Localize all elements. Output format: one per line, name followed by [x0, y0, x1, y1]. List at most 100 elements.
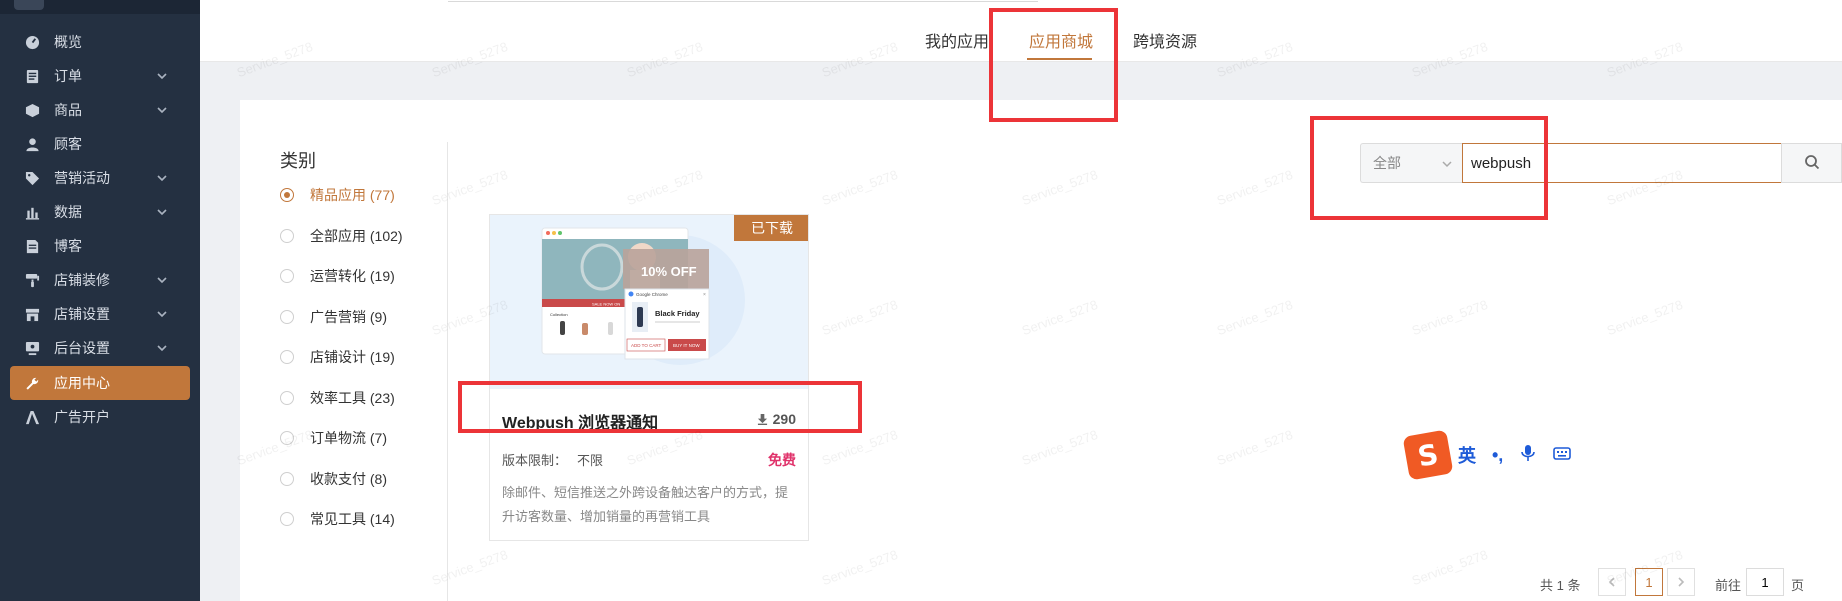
radio[interactable]: [280, 269, 294, 283]
category-all[interactable]: 全部应用 (102): [280, 226, 403, 246]
sidebar-item-store-settings[interactable]: 店铺设置: [10, 297, 190, 331]
category-divider: [447, 142, 448, 601]
category-label: 全部应用 (102): [310, 228, 403, 244]
bar-chart-icon: [24, 204, 40, 220]
app-store-panel: 类别 精品应用 (77) 全部应用 (102) 运营转化 (19) 广告营销 (…: [240, 100, 1842, 601]
tag-icon: [24, 170, 40, 186]
sidebar-item-label: 店铺装修: [54, 272, 110, 288]
sidebar-item-orders[interactable]: 订单: [10, 59, 190, 93]
sidebar-item-label: 订单: [54, 68, 82, 84]
sidebar-item-label: 概览: [54, 34, 82, 50]
chevron-down-icon: [156, 171, 168, 183]
thumb-discount: 10% OFF: [641, 264, 697, 279]
sidebar-item-label: 顾客: [54, 136, 82, 152]
category-label: 广告营销 (9): [310, 309, 387, 325]
ime-toolbar[interactable]: 英 •, S: [1402, 429, 1842, 481]
pagination-current-page[interactable]: 1: [1635, 568, 1663, 596]
monitor-gear-icon: [24, 340, 40, 356]
category-label: 店铺设计 (19): [310, 349, 395, 365]
tab-cross-border-resources[interactable]: 跨境资源: [1133, 28, 1197, 52]
radio[interactable]: [280, 391, 294, 405]
user-icon: [24, 136, 40, 152]
sidebar-item-ad-account[interactable]: 广告开户: [10, 400, 190, 434]
version-value: 不限: [577, 453, 604, 468]
category-store-design[interactable]: 店铺设计 (19): [280, 347, 395, 367]
sidebar: 概览 订单 商品 顾客 营销活动 数据 博客 店铺装修 店铺设置 后台设置 应用…: [0, 0, 200, 601]
box-icon: [24, 102, 40, 118]
sidebar-item-customers[interactable]: 顾客: [10, 127, 190, 161]
pagination-goto-label: 前往: [1715, 578, 1742, 593]
version-label: 版本限制：: [502, 453, 568, 468]
app-card-webpush[interactable]: SALE NOW ON Collection 10% OFF Google Ch…: [489, 214, 809, 541]
tab-my-apps[interactable]: 我的应用: [925, 28, 989, 52]
radio[interactable]: [280, 512, 294, 526]
sidebar-item-blog[interactable]: 博客: [10, 229, 190, 263]
chevron-down-icon: [156, 205, 168, 217]
svg-text:×: ×: [703, 292, 706, 298]
category-logistics[interactable]: 订单物流 (7): [280, 428, 387, 448]
chevron-down-icon: [156, 341, 168, 353]
category-label: 订单物流 (7): [310, 430, 387, 446]
highlight-box-app-store-tab: [989, 8, 1118, 122]
category-efficiency[interactable]: 效率工具 (23): [280, 388, 395, 408]
sidebar-item-admin-settings[interactable]: 后台设置: [10, 331, 190, 365]
pagination-prev-button[interactable]: [1598, 568, 1626, 596]
sidebar-item-data[interactable]: 数据: [10, 195, 190, 229]
microphone-icon[interactable]: [1519, 444, 1537, 467]
store-icon: [24, 306, 40, 322]
category-featured[interactable]: 精品应用 (77): [280, 185, 395, 205]
pagination-total: 共 1 条: [1540, 578, 1581, 593]
sogou-logo-icon[interactable]: S: [1402, 429, 1454, 481]
category-payment[interactable]: 收款支付 (8): [280, 469, 387, 489]
category-conversion[interactable]: 运营转化 (19): [280, 266, 395, 286]
version-limit: 版本限制： 不限: [502, 450, 603, 469]
thumb-popup-title: Black Friday: [655, 309, 700, 318]
search-icon: [1804, 154, 1820, 173]
thumb-popup-browser: Google Chrome: [636, 292, 668, 297]
category-ads[interactable]: 广告营销 (9): [280, 307, 387, 327]
app-description: 除邮件、短信推送之外跨设备触达客户的方式，提升访客数量、增加销量的再营销工具: [502, 485, 789, 524]
order-icon: [24, 68, 40, 84]
highlight-box-search: [1310, 116, 1548, 220]
radio[interactable]: [280, 431, 294, 445]
ime-language[interactable]: 英: [1458, 442, 1476, 468]
chevron-down-icon: [156, 307, 168, 319]
radio[interactable]: [280, 350, 294, 364]
radio[interactable]: [280, 472, 294, 486]
category-label: 常见工具 (14): [310, 511, 395, 527]
sidebar-item-app-center[interactable]: 应用中心: [10, 366, 190, 400]
thumb-sale-text: SALE NOW ON: [592, 302, 620, 307]
radio[interactable]: [280, 229, 294, 243]
sidebar-item-label: 商品: [54, 102, 82, 118]
chevron-left-icon: [1607, 574, 1617, 590]
sidebar-item-store-design[interactable]: 店铺装修: [10, 263, 190, 297]
ime-punctuation[interactable]: •,: [1492, 445, 1503, 466]
search-button[interactable]: [1781, 143, 1842, 183]
ime-bar: 英 •,: [1444, 437, 1654, 473]
thumb-buy-it-now: BUY IT NOW: [673, 343, 700, 348]
radio[interactable]: [280, 310, 294, 324]
keyboard-icon[interactable]: [1553, 444, 1572, 467]
pagination-goto-input[interactable]: [1746, 568, 1784, 596]
sidebar-item-marketing[interactable]: 营销活动: [10, 161, 190, 195]
sidebar-item-overview[interactable]: 概览: [10, 25, 190, 59]
sidebar-header: [0, 0, 200, 14]
sidebar-item-products[interactable]: 商品: [10, 93, 190, 127]
category-common-tools[interactable]: 常见工具 (14): [280, 509, 395, 529]
downloaded-badge: 已下载: [734, 215, 808, 241]
pagination-next-button[interactable]: [1667, 568, 1695, 596]
pagination-page-label: 页: [1791, 578, 1805, 593]
ad-icon: [24, 409, 40, 425]
category-label: 精品应用 (77): [310, 187, 395, 203]
radio-selected[interactable]: [280, 188, 294, 202]
wrench-icon: [24, 375, 40, 391]
sidebar-item-label: 店铺设置: [54, 306, 110, 322]
sidebar-item-label: 应用中心: [54, 375, 110, 391]
thumb-add-to-cart: ADD TO CART: [631, 343, 662, 348]
category-title: 类别: [280, 151, 316, 171]
dashboard-icon: [24, 34, 40, 50]
chevron-down-icon: [156, 103, 168, 115]
thumb-collection: Collection: [550, 312, 568, 317]
chevron-down-icon: [156, 273, 168, 285]
category-label: 运营转化 (19): [310, 268, 395, 284]
